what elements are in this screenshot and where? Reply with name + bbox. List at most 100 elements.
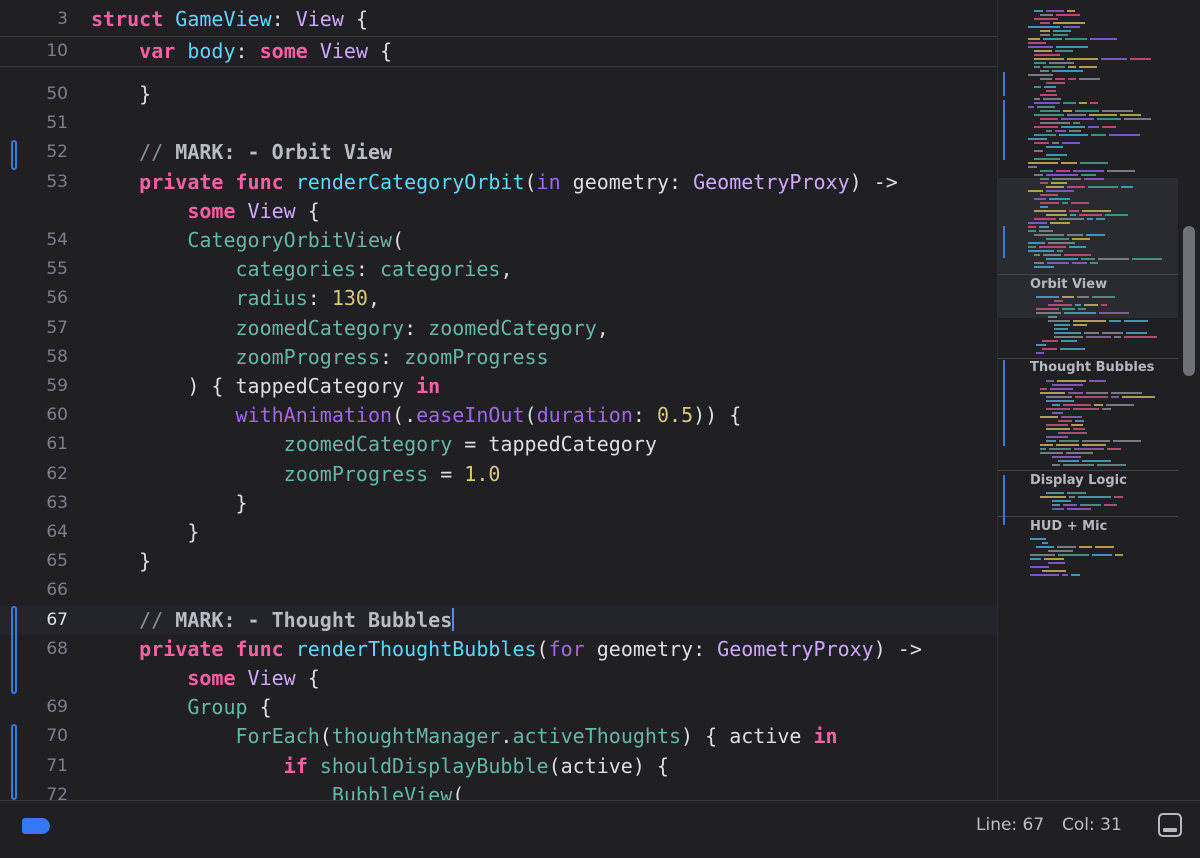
code-line[interactable]: 62 zoomProgress = 1.0 (0, 460, 997, 489)
minimap-code-stroke (1063, 504, 1077, 506)
code-line[interactable]: 56 radius: 130, (0, 284, 997, 313)
minimap-code-stroke (1063, 464, 1094, 466)
minimap-code-stroke (1034, 262, 1044, 264)
code-token: : (271, 7, 296, 31)
code-text: // MARK: - Orbit View (91, 138, 997, 167)
code-token: in (813, 724, 838, 749)
minimap-code-stroke (1091, 134, 1106, 136)
code-line[interactable]: 67 // MARK: - Thought Bubbles (0, 605, 997, 635)
change-marker[interactable] (11, 724, 17, 800)
minimap-code-stroke (1056, 46, 1088, 48)
code-token: body (187, 39, 236, 63)
code-token: renderCategoryOrbit (295, 169, 525, 194)
minimap-code-stroke (1028, 26, 1060, 28)
minimap-mark-hud-mic[interactable]: HUD + Mic (1030, 519, 1107, 534)
minimap-code-stroke (1109, 320, 1121, 322)
minimap-code-stroke (1052, 412, 1063, 414)
minimap-change-marker (1003, 475, 1005, 525)
minimap-code-stroke (1057, 380, 1086, 382)
minimap-code-stroke (1094, 404, 1103, 406)
code-line[interactable]: some View { (0, 197, 997, 226)
minimap-code-stroke (1055, 78, 1065, 80)
code-line[interactable]: 66 (0, 576, 997, 605)
minimap-code-stroke (1034, 158, 1060, 160)
sticky-header-struct[interactable]: 3 struct GameView: View { (0, 4, 997, 35)
minimap-code-stroke (1040, 496, 1066, 498)
breakpoint-tag-icon[interactable] (22, 818, 50, 834)
code-text: } (91, 547, 997, 576)
code-line[interactable]: 63 } (0, 489, 997, 518)
minimap-code-stroke (1058, 554, 1089, 556)
minimap-code-stroke (1046, 90, 1056, 92)
code-token: zoomedCategory (283, 432, 453, 457)
minimap-code-stroke (1080, 162, 1108, 164)
minimap-code-stroke (1036, 296, 1059, 298)
minimap-code-stroke (1043, 38, 1062, 40)
minimap-code-stroke (1067, 10, 1075, 12)
minimap-code-stroke (1078, 496, 1111, 498)
code-line[interactable]: 61 zoomedCategory = tappedCategory (0, 430, 997, 459)
minimap-code-stroke (1046, 238, 1069, 240)
code-token: View (247, 666, 296, 690)
minimap-code-stroke (1040, 388, 1047, 390)
vertical-scrollbar[interactable] (1183, 226, 1195, 376)
minimap-code-stroke (1046, 130, 1052, 132)
minimap-code-stroke (1040, 448, 1046, 450)
code-line[interactable]: 55 categories: categories, (0, 255, 997, 284)
code-token: geometry: (584, 636, 718, 661)
code-token: ( (524, 403, 537, 428)
sticky-header-body[interactable]: 10 var body: some View { (0, 36, 997, 67)
code-text: some View { (91, 664, 997, 693)
minimap[interactable]: Orbit View Thought Bubbles Display Logic… (997, 0, 1200, 800)
minimap-code-stroke (1055, 50, 1073, 52)
minimap-mark-orbit-view[interactable]: Orbit View (1030, 277, 1107, 292)
code-text: CategoryOrbitView( (91, 226, 997, 255)
code-line[interactable]: 54 CategoryOrbitView( (0, 226, 997, 255)
minimap-code-stroke (1044, 86, 1056, 88)
minimap-code-stroke (1030, 566, 1049, 568)
code-token: BubbleView (331, 782, 453, 800)
code-text: } (91, 80, 997, 109)
line-number: 53 (46, 171, 68, 192)
minimap-code-stroke (1071, 574, 1080, 576)
minimap-mark-thought-bubbles[interactable]: Thought Bubbles (1030, 360, 1154, 375)
minimap-code-stroke (1034, 114, 1064, 116)
minimap-code-stroke (1075, 304, 1081, 306)
code-editor[interactable]: 50 } 51 52 // MARK: - Orbit View 53 private… (0, 0, 997, 800)
code-line[interactable]: 60 withAnimation(.easeInOut(duration: 0.… (0, 401, 997, 430)
code-line[interactable]: 53 private func renderCategoryOrbit(in g… (0, 168, 997, 197)
minimap-code-stroke (1096, 218, 1105, 220)
minimap-code-stroke (1043, 254, 1061, 256)
change-marker[interactable] (11, 606, 17, 694)
line-number: 69 (46, 697, 68, 718)
code-line[interactable]: 57 zoomedCategory: zoomedCategory, (0, 314, 997, 343)
minimap-mark-display-logic[interactable]: Display Logic (1030, 473, 1127, 488)
code-line[interactable]: some View { (0, 664, 997, 693)
minimap-code-stroke (1088, 126, 1099, 128)
change-marker[interactable] (11, 140, 17, 170)
toggle-debug-area-icon[interactable] (1158, 813, 1182, 837)
code-line[interactable]: 50 } (0, 80, 997, 109)
minimap-code-stroke (1058, 460, 1079, 462)
code-line[interactable]: 52 // MARK: - Orbit View (0, 138, 997, 167)
code-line[interactable]: 64 } (0, 518, 997, 547)
code-line[interactable]: 58 zoomProgress: zoomProgress (0, 343, 997, 372)
code-line[interactable]: 69 Group { (0, 693, 997, 722)
code-line[interactable]: 71 if shouldDisplayBubble(active) { (0, 752, 997, 781)
code-line[interactable]: 51 (0, 109, 997, 138)
minimap-code-stroke (1046, 258, 1078, 260)
minimap-code-stroke (1030, 554, 1055, 556)
code-token: 1.0 (464, 461, 501, 486)
code-line[interactable]: 70 ForEach(thoughtManager.activeThoughts… (0, 722, 997, 751)
minimap-code-stroke (1071, 202, 1089, 204)
code-line[interactable]: 59 ) { tappedCategory in (0, 372, 997, 401)
minimap-code-stroke (1084, 304, 1098, 306)
code-line[interactable]: 68 private func renderThoughtBubbles(for… (0, 635, 997, 664)
minimap-code-stroke (1124, 336, 1157, 338)
minimap-code-stroke (1034, 102, 1060, 104)
code-line[interactable]: 65 } (0, 547, 997, 576)
code-line[interactable]: 72 BubbleView( (0, 781, 997, 800)
minimap-code-stroke (1079, 214, 1102, 216)
